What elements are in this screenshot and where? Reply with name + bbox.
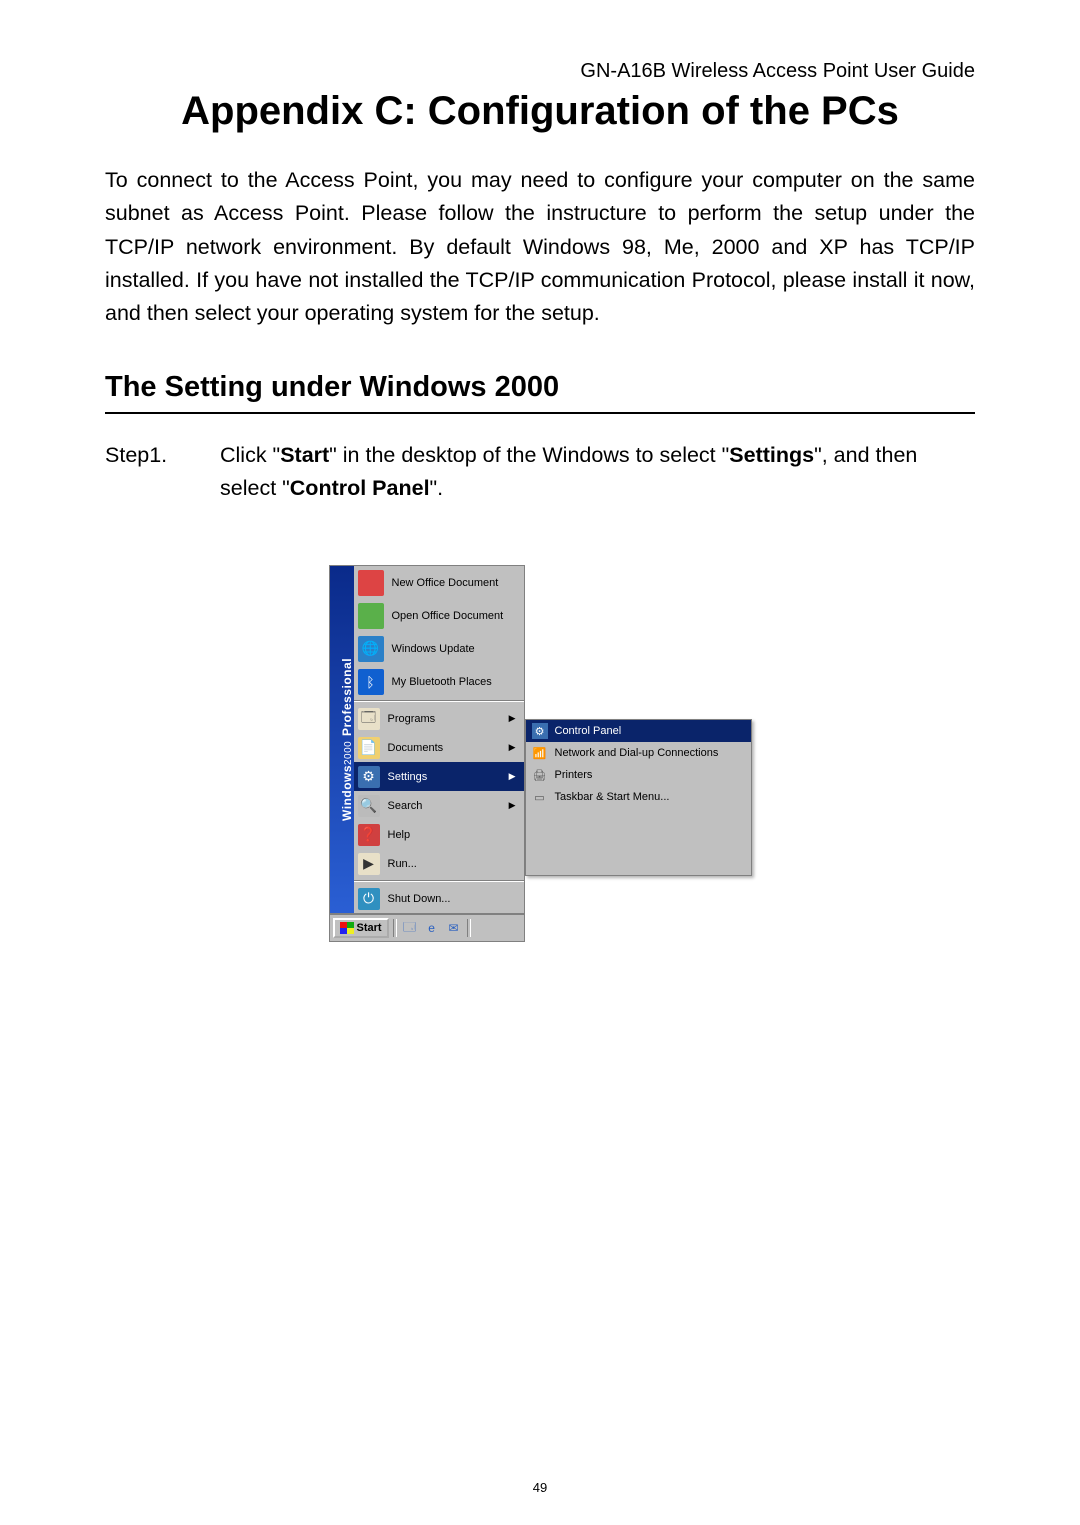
step-row: Step1. Click "Start" in the desktop of t… (105, 439, 975, 506)
sm-search[interactable]: 🔍 Search ▶ (354, 791, 524, 820)
printer-icon: 🖨 (532, 767, 548, 783)
sm-help[interactable]: ❓ Help (354, 820, 524, 849)
section-title: The Setting under Windows 2000 (105, 371, 975, 404)
taskbar-icon: ▭ (532, 789, 548, 805)
quicklaunch-desktop-icon[interactable]: 🗔 (401, 919, 419, 937)
windows-flag-icon (340, 922, 354, 934)
help-icon: ❓ (358, 824, 380, 846)
appendix-title: Appendix C: Configuration of the PCs (105, 89, 975, 134)
divider (354, 880, 524, 882)
folder-icon (358, 603, 384, 629)
settings-icon: ⚙ (358, 766, 380, 788)
sm-bluetooth-places[interactable]: ᛒ My Bluetooth Places (354, 665, 524, 698)
sub-printers[interactable]: 🖨 Printers (526, 764, 751, 786)
step-body: Click "Start" in the desktop of the Wind… (220, 439, 975, 506)
control-panel-icon: ⚙ (532, 723, 548, 739)
page-number: 49 (0, 1480, 1080, 1495)
sm-programs[interactable]: 🗔 Programs ▶ (354, 704, 524, 733)
chevron-right-icon: ▶ (509, 742, 516, 753)
chevron-right-icon: ▶ (509, 713, 516, 724)
quicklaunch-ie-icon[interactable]: e (423, 919, 441, 937)
quicklaunch-outlook-icon[interactable]: ✉ (445, 919, 463, 937)
sub-control-panel[interactable]: ⚙ Control Panel (526, 720, 751, 742)
document-header: GN-A16B Wireless Access Point User Guide (105, 60, 975, 83)
globe-icon: 🌐 (358, 636, 384, 662)
sub-taskbar-menu[interactable]: ▭ Taskbar & Start Menu... (526, 786, 751, 808)
taskbar-separator (393, 919, 397, 937)
start-button[interactable]: Start (333, 918, 389, 938)
doc-icon (358, 570, 384, 596)
start-menu-sidebar: Windows 2000 Professional (330, 566, 354, 913)
sm-new-office-doc[interactable]: New Office Document (354, 566, 524, 599)
sm-documents[interactable]: 📄 Documents ▶ (354, 733, 524, 762)
intro-paragraph: To connect to the Access Point, you may … (105, 164, 975, 331)
sub-network-dialup[interactable]: 📶 Network and Dial-up Connections (526, 742, 751, 764)
bluetooth-icon: ᛒ (358, 669, 384, 695)
taskbar-separator (467, 919, 471, 937)
sm-settings[interactable]: ⚙ Settings ▶ (354, 762, 524, 791)
sm-shutdown[interactable]: ⏻ Shut Down... (354, 884, 524, 913)
sm-windows-update[interactable]: 🌐 Windows Update (354, 632, 524, 665)
section-rule (105, 412, 975, 414)
sm-run[interactable]: ▶ Run... (354, 849, 524, 878)
documents-icon: 📄 (358, 737, 380, 759)
search-icon: 🔍 (358, 795, 380, 817)
chevron-right-icon: ▶ (509, 800, 516, 811)
chevron-right-icon: ▶ (509, 771, 516, 782)
taskbar: Start 🗔 e ✉ (329, 914, 525, 942)
programs-icon: 🗔 (358, 708, 380, 730)
shutdown-icon: ⏻ (358, 888, 380, 910)
settings-submenu: ⚙ Control Panel 📶 Network and Dial-up Co… (525, 719, 752, 876)
run-icon: ▶ (358, 853, 380, 875)
step-label: Step1. (105, 439, 190, 506)
network-icon: 📶 (532, 745, 548, 761)
divider (354, 700, 524, 702)
sm-open-office-doc[interactable]: Open Office Document (354, 599, 524, 632)
start-menu-screenshot: Windows 2000 Professional New Office Doc… (329, 565, 752, 942)
